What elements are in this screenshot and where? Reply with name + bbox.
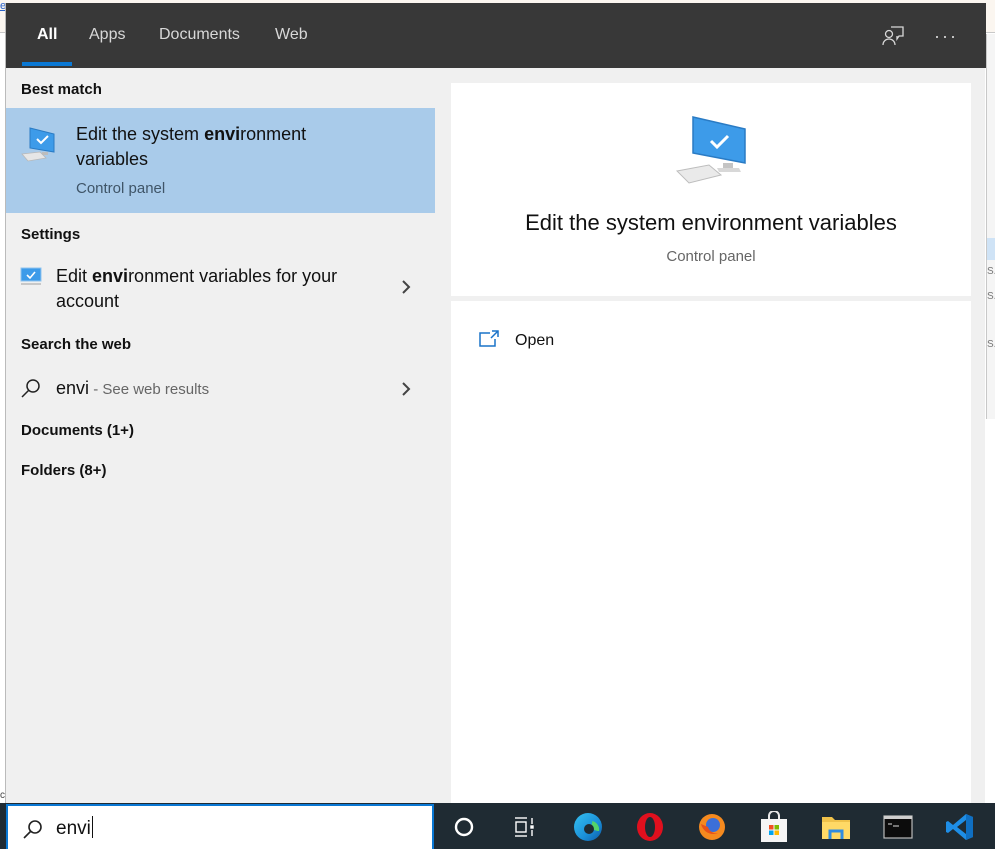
background-row-label: S... [987,291,995,302]
search-icon [20,377,42,404]
tab-documents[interactable]: Documents [159,3,240,68]
chevron-right-icon[interactable] [399,280,413,294]
background-row-label: S... [987,339,995,350]
terminal-icon[interactable] [882,811,914,843]
best-match-title: Edit the system environment variables [76,122,376,172]
folders-category[interactable]: Folders (8+) [21,462,106,479]
preview-panel: Edit the system environment variables Co… [451,83,971,803]
preview-subtitle: Control panel [666,248,756,265]
firefox-browser-icon[interactable] [696,811,728,843]
preview-header: Edit the system environment variables Co… [451,83,971,301]
settings-result[interactable]: Edit environment variables for your acco… [6,263,435,317]
task-view-icon[interactable] [509,811,541,843]
taskbar: envi [0,803,995,849]
tab-all[interactable]: All [37,3,57,68]
preview-title: Edit the system environment variables [525,210,897,235]
search-query-text: envi [56,816,93,840]
settings-result-label: Edit environment variables for your acco… [56,264,376,314]
active-tab-indicator [22,62,72,66]
computer-check-icon [675,113,751,185]
title-match-highlight: envi [204,124,241,144]
documents-category[interactable]: Documents (1+) [21,422,134,439]
search-scope-bar: All Apps Documents Web ··· [6,3,986,68]
tab-web[interactable]: Web [275,3,308,68]
background-selected-row [987,238,995,260]
feedback-person-icon[interactable] [880,23,906,49]
web-search-result[interactable]: envi - See web results [6,368,435,406]
web-query: envi [56,378,90,398]
open-action-label: Open [515,332,555,349]
more-options-icon[interactable]: ··· [933,23,959,49]
taskbar-search-input[interactable]: envi [6,804,434,849]
monitor-settings-icon [20,267,42,292]
open-external-icon [479,329,499,353]
computer-check-icon [20,124,60,164]
search-flyout: All Apps Documents Web ··· Best match Ed… [5,3,986,803]
vscode-icon[interactable] [944,811,976,843]
title-text: Edit the system [76,124,205,144]
edge-browser-icon[interactable] [572,811,604,843]
opera-browser-icon[interactable] [634,811,666,843]
cortana-circle-icon[interactable] [448,811,480,843]
search-icon [22,818,44,840]
folder-icon[interactable] [820,811,852,843]
best-match-subtitle: Control panel [76,180,166,197]
label-text: Edit [56,266,93,286]
chevron-right-icon[interactable] [399,382,413,396]
open-action[interactable]: Open [479,329,554,353]
text-caret [91,816,93,838]
results-panel: Best match Edit the system environment v… [6,68,435,803]
label-match-highlight: envi [92,266,129,286]
web-results-hint: - See web results [89,381,210,398]
background-list-edge [986,34,995,419]
search-value: envi [56,818,91,839]
settings-heading: Settings [21,226,81,243]
web-search-label: envi - See web results [56,376,209,402]
tab-apps[interactable]: Apps [89,3,125,68]
store-bag-icon[interactable] [758,811,790,843]
background-row-label: S... [987,266,995,277]
search-web-heading: Search the web [21,336,132,353]
best-match-result[interactable]: Edit the system environment variables Co… [6,108,435,213]
best-match-heading: Best match [21,81,102,98]
